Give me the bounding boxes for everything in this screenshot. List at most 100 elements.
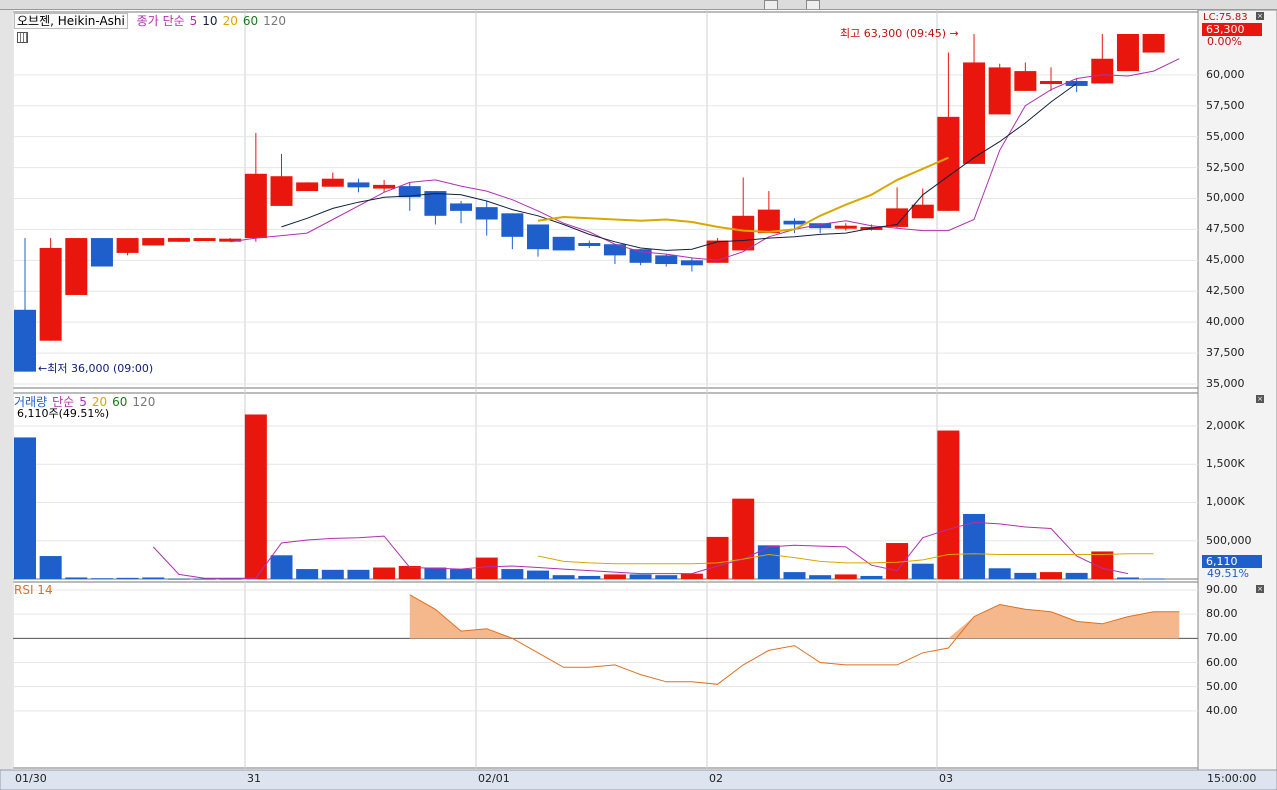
price-legend: 오브젠, Heikin-Ashi 종가 단순 5 10 20 60 120 — [14, 12, 296, 29]
price-tick-label: 40,000 — [1206, 315, 1245, 329]
time-axis-label: 01/30 — [15, 772, 47, 785]
top-strip-text — [36, 0, 39, 6]
volume-ma-legend-period[interactable]: 120 — [132, 395, 155, 409]
time-axis-label: 02 — [709, 772, 723, 785]
volume-bar — [424, 567, 447, 579]
volume-bar — [809, 575, 832, 579]
volume-bar — [1065, 572, 1088, 579]
price-tick-label: 55,000 — [1206, 129, 1245, 143]
candle-body — [450, 203, 473, 211]
volume-bar — [860, 575, 883, 579]
volume-bar — [732, 498, 755, 579]
volume-info: 6,110주(49.51%) — [17, 407, 110, 420]
candle-body — [296, 182, 319, 192]
volume-bar — [14, 437, 36, 579]
price-tick-label: 45,000 — [1206, 253, 1245, 267]
chart-canvas — [0, 10, 1277, 790]
volume-bar — [552, 575, 575, 579]
toolbar-grid-icon[interactable] — [17, 32, 28, 46]
candle-body — [988, 67, 1011, 115]
volume-bar — [321, 569, 344, 579]
candle-body — [1014, 71, 1037, 91]
time-axis-label: 03 — [939, 772, 953, 785]
time-axis-label: 31 — [247, 772, 261, 785]
ma-legend-period[interactable]: 20 — [223, 14, 238, 28]
candle-body — [732, 215, 755, 251]
rsi-tick-label: 90.00 — [1206, 583, 1238, 596]
volume-bar — [603, 574, 626, 579]
price-tick-label: 35,000 — [1206, 377, 1245, 390]
ma-legend-period[interactable]: 10 — [202, 14, 217, 28]
candle-body — [193, 238, 216, 242]
volume-tick-label: 1,000K — [1206, 495, 1245, 509]
volume-bar — [1040, 572, 1062, 579]
candle-body — [834, 225, 857, 229]
close-pane-icon[interactable]: × — [1256, 12, 1264, 20]
candle-body — [65, 238, 88, 295]
volume-tick-label: 1,500K — [1206, 457, 1245, 471]
candle-body — [270, 176, 293, 206]
price-tick-label: 47,500 — [1206, 222, 1245, 236]
volume-bar — [450, 569, 473, 579]
candle-body — [578, 243, 601, 247]
close-volume-pane-icon[interactable]: × — [1256, 395, 1264, 403]
volume-bar — [578, 575, 601, 579]
chart-title: 오브젠, Heikin-Ashi — [14, 13, 128, 29]
candle-body — [783, 220, 806, 225]
low-annotation-text: 최저 36,000 (09:00) — [47, 362, 154, 375]
volume-bar — [1116, 577, 1139, 579]
ma-legend-period[interactable]: 120 — [263, 14, 286, 28]
volume-bar — [65, 577, 88, 579]
volume-ma-legend-period[interactable]: 60 — [112, 395, 127, 409]
price-tick-label: 57,500 — [1206, 98, 1245, 112]
candle-body — [911, 204, 934, 219]
sell-button[interactable] — [806, 0, 820, 9]
volume-bar — [39, 556, 62, 579]
volume-bar — [116, 577, 139, 579]
candle-body — [963, 62, 986, 164]
candle-body — [14, 309, 36, 372]
volume-bar — [963, 513, 986, 579]
candle-body — [39, 247, 62, 341]
rsi-tick-label: 70.00 — [1206, 631, 1238, 645]
ma-legend-period[interactable]: 5 — [190, 14, 198, 28]
candle-body — [167, 238, 190, 242]
candle-body — [321, 178, 344, 187]
buy-button[interactable] — [764, 0, 778, 9]
rsi-tick-label: 40.00 — [1206, 703, 1238, 717]
high-annotation: 최고 63,300 (09:45) → — [840, 27, 959, 40]
volume-panel-frame — [12, 392, 1199, 580]
volume-bar — [937, 430, 960, 579]
volume-bar — [1091, 551, 1114, 579]
ma-legend-period[interactable]: 60 — [243, 14, 258, 28]
candle-body — [116, 238, 139, 253]
rsi-tick-label: 50.00 — [1206, 679, 1238, 693]
volume-bar — [629, 574, 652, 579]
left-gutter — [0, 10, 12, 790]
volume-bar — [501, 569, 524, 579]
rsi-label: RSI 14 — [14, 583, 53, 597]
high-annotation-text: 최고 63,300 (09:45) — [840, 27, 947, 40]
candle-body — [373, 184, 396, 189]
volume-bar — [911, 563, 934, 579]
candle-body — [552, 236, 575, 251]
ma-legend: 종가 단순 5 10 20 60 120 — [133, 14, 291, 28]
volume-bar — [296, 569, 319, 579]
volume-tick-label: 2,000K — [1206, 418, 1245, 432]
candle-body — [244, 173, 267, 239]
candle-body — [501, 213, 524, 237]
top-toolbar-strip — [0, 0, 1277, 10]
close-rsi-pane-icon[interactable]: × — [1256, 585, 1264, 593]
time-axis-label: 02/01 — [478, 772, 510, 785]
volume-bar — [1142, 578, 1165, 580]
right-axis-area — [1197, 10, 1277, 790]
price-tick-label: 60,000 — [1206, 67, 1245, 81]
volume-bar — [347, 569, 370, 579]
price-tick-label: 42,500 — [1206, 284, 1245, 298]
volume-bar — [680, 573, 703, 579]
high-arrow-icon: → — [949, 27, 959, 40]
candle-body — [475, 207, 498, 220]
volume-bar — [706, 536, 729, 579]
volume-bar — [244, 414, 267, 579]
low-arrow-icon: ← — [38, 362, 48, 375]
